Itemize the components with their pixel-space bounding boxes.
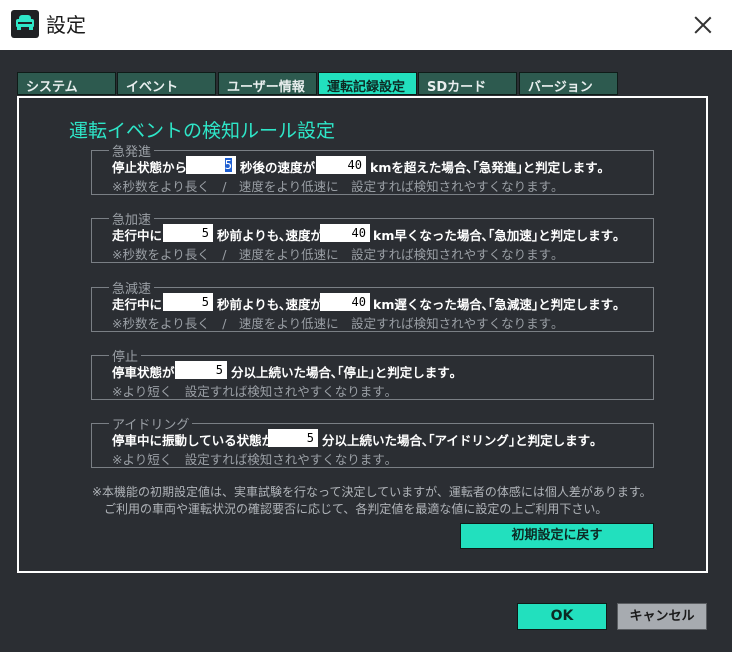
tab-event[interactable]: イベント — [117, 72, 216, 95]
tab-system[interactable]: システム — [17, 72, 116, 95]
sudden-decel-text2: 秒前よりも､速度が — [217, 297, 324, 312]
footnote-line2: ご利用の車両や運転状況の確認要否に応じて、各判定値を最適な値に設定の上ご利用下さ… — [92, 502, 608, 516]
panel-title: 運転イベントの検知ルール設定 — [69, 120, 336, 142]
window-title: 設定 — [46, 13, 86, 37]
sudden-start-text2: 秒後の速度が — [240, 160, 316, 175]
idling-text1: 停車中に振動している状態が — [112, 433, 275, 448]
title-bar: 設定 — [0, 0, 732, 50]
sudden-decel-text3: km遅くなった場合､｢急減速｣と判定します｡ — [373, 297, 620, 312]
sudden-accel-speed-input[interactable]: 40 — [320, 224, 370, 242]
idling-note: ※より短く 設定すれば検知されやすくなります｡ — [112, 452, 391, 467]
stop-text1: 停車状態が — [112, 365, 175, 380]
idling-minutes-input[interactable]: 5 — [268, 429, 318, 447]
stop-minutes-input[interactable]: 5 — [175, 361, 227, 379]
sudden-start-text1: 停止状態から — [112, 160, 188, 175]
tab-driving-record-settings[interactable]: 運転記録設定 — [318, 72, 417, 95]
sudden-decel-seconds-input[interactable]: 5 — [163, 293, 213, 311]
sudden-accel-text2: 秒前よりも､速度が — [217, 228, 324, 243]
sudden-accel-note: ※秒数をより長く / 速度をより低速に 設定すれば検知されやすくなります｡ — [112, 247, 558, 262]
sudden-start-seconds-input[interactable]: 5 — [186, 156, 236, 174]
car-app-icon — [11, 10, 39, 38]
sudden-start-text3: kmを超えた場合､｢急発進｣と判定します｡ — [370, 160, 604, 175]
ok-button[interactable]: OK — [517, 603, 607, 630]
stop-text2: 分以上続いた場合､｢停止｣と判定します｡ — [231, 365, 457, 380]
sudden-decel-text1: 走行中に — [112, 297, 163, 312]
tab-version[interactable]: バージョン — [519, 72, 618, 95]
sudden-decel-note: ※秒数をより長く / 速度をより低速に 設定すれば検知されやすくなります｡ — [112, 316, 558, 331]
sudden-start-speed-input[interactable]: 40 — [316, 156, 366, 174]
cancel-button[interactable]: キャンセル — [617, 603, 707, 630]
footnote-line1: ※本機能の初期設定値は、実車試験を行なって決定していますが、運転者の体感には個人… — [92, 485, 652, 499]
tab-user-info[interactable]: ユーザー情報 — [218, 72, 317, 95]
tab-sd-card[interactable]: SDカード — [418, 72, 517, 95]
close-icon[interactable] — [686, 8, 720, 42]
sudden-start-note: ※秒数をより長く / 速度をより低速に 設定すれば検知されやすくなります｡ — [112, 179, 558, 194]
sudden-decel-speed-input[interactable]: 40 — [320, 293, 370, 311]
reset-defaults-button[interactable]: 初期設定に戻す — [460, 523, 654, 549]
stop-note: ※より短く 設定すれば検知されやすくなります｡ — [112, 384, 391, 399]
idling-text2: 分以上続いた場合､｢アイドリング｣と判定します｡ — [322, 433, 597, 448]
sudden-accel-seconds-input[interactable]: 5 — [163, 224, 213, 242]
sudden-accel-text3: km早くなった場合､｢急加速｣と判定します｡ — [373, 228, 620, 243]
sudden-accel-text1: 走行中に — [112, 228, 163, 243]
